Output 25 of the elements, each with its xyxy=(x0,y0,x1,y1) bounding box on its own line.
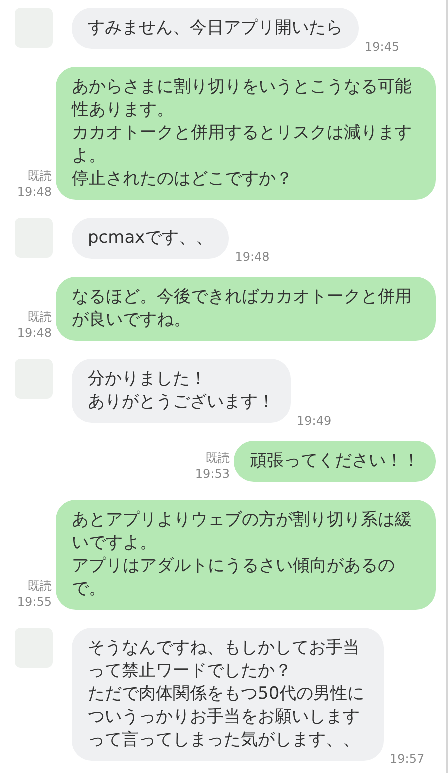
message-text: 停止されたのはどこですか？ xyxy=(72,168,294,191)
read-receipt: 既読 xyxy=(28,578,52,594)
message-text: なるほど。今後できればカカオトークと併用が良いですね。 xyxy=(72,286,413,332)
message-text: 頑張ってください！！ xyxy=(250,450,420,473)
message-text: あからさまに割り切りをいうとこうなる可能性あります。 xyxy=(72,76,413,122)
read-receipt: 既読 xyxy=(28,168,52,184)
message-text: pcmaxです、、 xyxy=(88,227,214,250)
message-text: ただで肉体関係をもつ50代の男性についうっかりお手当をお願いしますって言ってしまった気がします、、 xyxy=(88,683,366,752)
message-time: 19:53 xyxy=(195,466,230,482)
message-time: 19:49 xyxy=(297,413,332,429)
message-text: カカオトークと併用するとリスクは減りますよ。 xyxy=(72,122,413,168)
read-receipt: 既読 xyxy=(206,450,230,466)
message-time: 19:55 xyxy=(17,594,52,610)
message-text: すみません、今日アプリ開いたら xyxy=(88,17,343,40)
message-time: 19:48 xyxy=(17,184,52,200)
message-text: 分かりました！ xyxy=(88,368,208,391)
message-text: そうなんですね、もしかしてお手当って禁止ワードでしたか？ xyxy=(88,637,361,683)
message-text: あとアプリよりウェブの方が割り切り系は緩いですよ。 xyxy=(72,509,413,555)
message-time: 19:48 xyxy=(235,249,270,265)
message-text: ありがとうございます！ xyxy=(88,391,275,414)
message-text: アプリはアダルトにうるさい傾向があるので。 xyxy=(72,555,396,601)
message-time: 19:57 xyxy=(390,751,425,767)
message-time: 19:45 xyxy=(365,39,400,55)
message-time: 19:48 xyxy=(17,325,52,341)
read-receipt: 既読 xyxy=(28,309,52,325)
